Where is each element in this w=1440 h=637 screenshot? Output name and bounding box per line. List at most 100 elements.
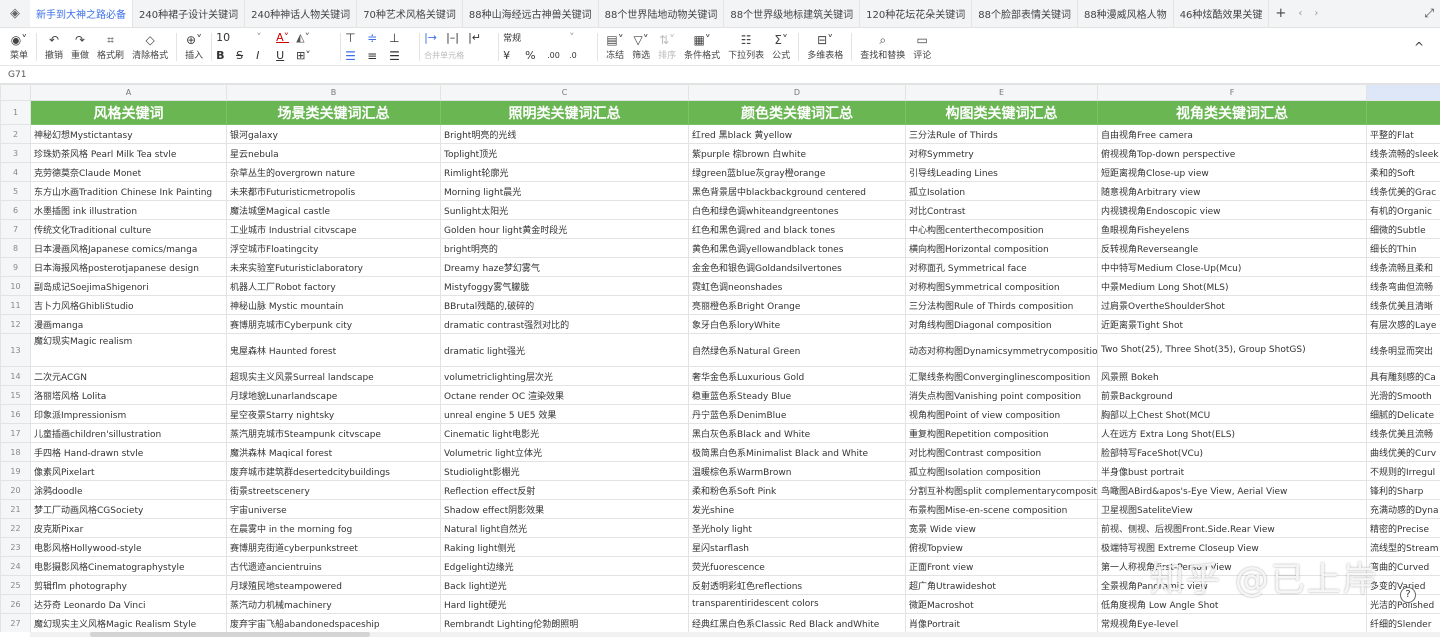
table-cell[interactable]: 未来都市Futuristicmetropolis (226, 181, 441, 201)
table-cell[interactable]: 柔和的Soft (1366, 162, 1440, 182)
table-cell[interactable]: 极简黑白色系Minimalist Black and White (688, 442, 906, 462)
row-number[interactable]: 19 (0, 461, 31, 481)
wrap-icon[interactable]: |↵ (468, 31, 490, 44)
table-cell[interactable]: 月球殖民地steampowered (226, 575, 441, 595)
bold-button[interactable]: B (216, 49, 236, 62)
table-cell[interactable]: 白色和绿色调whiteandgreentones (688, 200, 906, 220)
table-cell[interactable]: Back light逆光 (440, 575, 689, 595)
decrease-decimal-button[interactable]: .0 (569, 51, 591, 60)
table-cell[interactable]: 水墨插图 ink illustration (30, 200, 227, 220)
column-header[interactable]: A (30, 84, 227, 101)
table-cell[interactable]: Rimlight轮廓光 (440, 162, 689, 182)
table-cell[interactable]: 二次元ACGN (30, 366, 227, 386)
table-cell[interactable]: Octane render OC 渲染效果 (440, 385, 689, 405)
table-cell[interactable]: Reflection effect反射 (440, 480, 689, 500)
table-cell[interactable]: 充满动感的Dyna (1366, 499, 1440, 519)
table-cell[interactable]: 孤立Isolation (905, 181, 1098, 201)
sheet-tab[interactable]: 120种花坛花朵关键词 (860, 0, 973, 27)
sort-button[interactable]: ⇅˅ 排序 (658, 32, 676, 61)
row-number[interactable]: 18 (0, 442, 31, 462)
table-cell[interactable]: 魔幻现实Magic realism (30, 333, 227, 367)
sheet-tab[interactable]: 88个世界陆地动物关键词 (599, 0, 725, 27)
table-cell[interactable]: 珍珠奶茶风格 Pearl Milk Tea stvle (30, 143, 227, 163)
table-cell[interactable]: 传统文化Traditional culture (30, 219, 227, 239)
table-cell[interactable]: 皮克斯Pixar (30, 518, 227, 538)
row-number[interactable]: 10 (0, 276, 31, 296)
table-cell[interactable]: 紫purple 棕brown 白white (688, 143, 906, 163)
row-number[interactable]: 14 (0, 366, 31, 386)
table-cell[interactable]: 赛博朋克街道cyberpunkstreet (226, 537, 441, 557)
currency-button[interactable]: ¥ (503, 49, 525, 62)
table-cell[interactable]: Toplight顶光 (440, 143, 689, 163)
table-cell[interactable]: 街景streetscenery (226, 480, 441, 500)
table-cell[interactable]: Morning light晨光 (440, 181, 689, 201)
table-cell[interactable]: 丹宁蓝色系DenimBlue (688, 404, 906, 424)
table-cell[interactable]: transparentiridescent colors (688, 594, 906, 614)
table-cell[interactable]: 细微的Subtle (1366, 219, 1440, 239)
sheet-tab[interactable]: 240种神话人物关键词 (245, 0, 358, 27)
table-cell[interactable]: 神秘山脉 Mystic mountain (226, 295, 441, 315)
chevron-down-icon[interactable]: ˅ (256, 31, 276, 44)
insert-button[interactable]: ⊕˅ 插入 (185, 32, 203, 61)
strikethrough-button[interactable]: S (236, 49, 256, 62)
table-cell[interactable]: unreal engine 5 UE5 效果 (440, 404, 689, 424)
table-cell[interactable]: 线条明显而突出 (1366, 333, 1440, 367)
table-cell[interactable]: 工业城市 Industrial citvscape (226, 219, 441, 239)
sheet-tab[interactable]: 46种炫酷效果关键 (1174, 0, 1270, 27)
table-cell[interactable]: 前景Background (1097, 385, 1367, 405)
header-cell[interactable]: 构图类关键词汇总 (905, 100, 1098, 125)
sheet-tab[interactable]: 88种山海经远古神兽关键词 (463, 0, 599, 27)
table-cell[interactable]: 线条优美且流畅 (1366, 423, 1440, 443)
table-cell[interactable]: 卫星视图SateliteView (1097, 499, 1367, 519)
table-cell[interactable]: 曲线优美的Curv (1366, 442, 1440, 462)
table-cell[interactable]: 三分法构图Rule of Thirds composition (905, 295, 1098, 315)
table-cell[interactable]: 孤立构图Isolation composition (905, 461, 1098, 481)
table-cell[interactable]: 细长的Thin (1366, 238, 1440, 258)
align-middle-icon[interactable]: ≑ (367, 31, 389, 45)
table-cell[interactable]: 赛博朋克城市Cyberpunk city (226, 314, 441, 334)
sheet-tab[interactable]: 70种艺术风格关键词 (357, 0, 463, 27)
table-cell[interactable]: 纤细的Slender (1366, 613, 1440, 632)
table-cell[interactable]: 魔幻现实主义风格Magic Realism Style (30, 613, 227, 632)
table-cell[interactable]: Natural light自然光 (440, 518, 689, 538)
table-cell[interactable]: 对称Symmetry (905, 143, 1098, 163)
table-cell[interactable]: 随意视角Arbitrary view (1097, 181, 1367, 201)
row-number[interactable]: 12 (0, 314, 31, 334)
table-cell[interactable]: 对角线构图Diagonal composition (905, 314, 1098, 334)
row-number[interactable]: 6 (0, 200, 31, 220)
table-cell[interactable]: dramatic light强光 (440, 333, 689, 367)
sheet-tab[interactable]: 新手到大神之路必备 (30, 0, 133, 27)
table-cell[interactable]: 星云nebula (226, 143, 441, 163)
row-number[interactable]: 17 (0, 423, 31, 443)
row-number[interactable]: 24 (0, 556, 31, 576)
table-cell[interactable]: 微距Macroshot (905, 594, 1098, 614)
table-cell[interactable]: 星空夜景Starry nightsky (226, 404, 441, 424)
table-cell[interactable]: 过肩景OvertheShoulderShot (1097, 295, 1367, 315)
table-cell[interactable]: 古代遗迹ancientruins (226, 556, 441, 576)
table-cell[interactable]: 儿童插画children'sillustration (30, 423, 227, 443)
table-cell[interactable]: 三分法Rule of Thirds (905, 124, 1098, 144)
table-cell[interactable]: 脸部特写FaceShot(VCu) (1097, 442, 1367, 462)
table-cell[interactable]: 星闪starflash (688, 537, 906, 557)
table-cell[interactable]: 浮空城市Floatingcity (226, 238, 441, 258)
increase-decimal-button[interactable]: .00 (547, 51, 569, 60)
formula-bar[interactable]: G71 (0, 66, 1440, 84)
header-cell[interactable]: 风格关键词 (30, 100, 227, 125)
expand-icon[interactable]: ⤢ (1418, 0, 1440, 27)
table-cell[interactable]: 废弃宇宙飞船abandonedspaceship (226, 613, 441, 632)
table-cell[interactable]: 涂鸦doodle (30, 480, 227, 500)
table-cell[interactable]: 平整的Flat (1366, 124, 1440, 144)
align-bottom-icon[interactable]: ⊥ (389, 31, 411, 45)
borders-icon[interactable]: ⊞˅ (296, 49, 326, 62)
table-cell[interactable]: 内视镜视角Endoscopic view (1097, 200, 1367, 220)
table-cell[interactable]: 对称构图Symmetrical composition (905, 276, 1098, 296)
redo-button[interactable]: ↷ 重做 (71, 32, 89, 61)
scrollbar-thumb[interactable] (90, 632, 370, 637)
clear-format-button[interactable]: ◇ 清除格式 (132, 32, 168, 61)
table-cell[interactable]: 线条弯曲但流畅 (1366, 276, 1440, 296)
row-number[interactable]: 21 (0, 499, 31, 519)
table-cell[interactable]: 线条流畅且柔和 (1366, 257, 1440, 277)
header-cell[interactable] (1366, 100, 1440, 125)
row-number[interactable]: 3 (0, 143, 31, 163)
row-number[interactable]: 22 (0, 518, 31, 538)
